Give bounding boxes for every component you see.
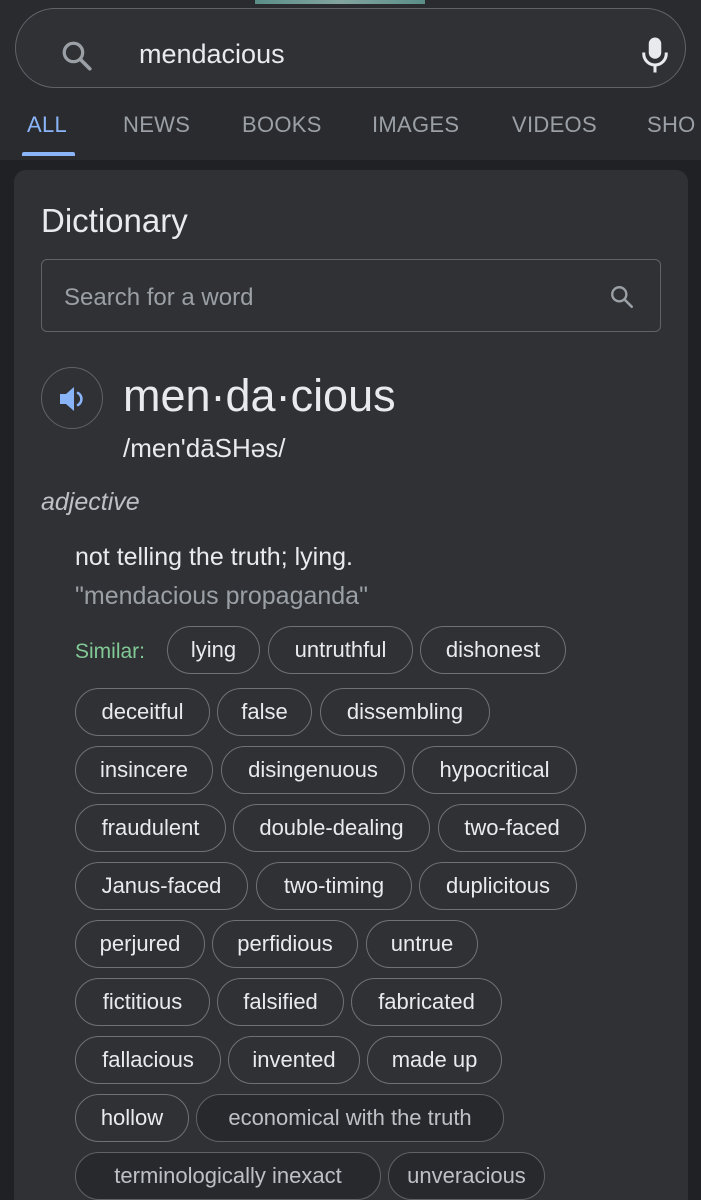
- search-tabs: ALL NEWS BOOKS IMAGES VIDEOS SHO: [0, 96, 701, 158]
- similar-chip[interactable]: dissembling: [320, 688, 490, 736]
- similar-chip[interactable]: fallacious: [75, 1036, 221, 1084]
- search-input[interactable]: mendacious: [139, 39, 285, 70]
- pronunciation-button[interactable]: [41, 367, 103, 429]
- headword: men·da·cious: [123, 370, 396, 421]
- similar-chip[interactable]: invented: [228, 1036, 360, 1084]
- similar-chip[interactable]: hollow: [75, 1094, 189, 1142]
- tab-images[interactable]: IMAGES: [372, 112, 459, 138]
- doodle-strip: [255, 0, 425, 4]
- similar-chip[interactable]: economical with the truth: [196, 1094, 504, 1142]
- mic-icon[interactable]: [640, 35, 670, 75]
- similar-chip[interactable]: falsified: [217, 978, 344, 1026]
- similar-chip[interactable]: fictitious: [75, 978, 210, 1026]
- card-title: Dictionary: [41, 202, 188, 239]
- dictionary-card: Dictionary Search for a word men·da·ciou…: [14, 170, 688, 1200]
- similar-chip[interactable]: fabricated: [351, 978, 502, 1026]
- tab-books[interactable]: BOOKS: [242, 112, 322, 138]
- similar-chip[interactable]: double-dealing: [233, 804, 430, 852]
- similar-chip[interactable]: false: [217, 688, 312, 736]
- similar-chip[interactable]: insincere: [75, 746, 213, 794]
- tab-news[interactable]: NEWS: [123, 112, 190, 138]
- similar-chip[interactable]: two-timing: [256, 862, 412, 910]
- similar-chip[interactable]: untruthful: [268, 626, 413, 674]
- similar-chip[interactable]: hypocritical: [412, 746, 577, 794]
- similar-chip[interactable]: Janus-faced: [75, 862, 248, 910]
- word-search-placeholder[interactable]: Search for a word: [64, 284, 253, 312]
- active-tab-indicator: [22, 152, 75, 156]
- similar-chip[interactable]: disingenuous: [221, 746, 405, 794]
- word-search-field[interactable]: Search for a word: [41, 259, 661, 332]
- similar-chip[interactable]: perfidious: [212, 920, 358, 968]
- search-icon[interactable]: [609, 284, 635, 310]
- similar-label: Similar:: [75, 640, 146, 663]
- similar-chip[interactable]: fraudulent: [75, 804, 226, 852]
- phonetic: /men'dāSHəs/: [123, 433, 286, 463]
- similar-chip[interactable]: made up: [367, 1036, 502, 1084]
- tab-all[interactable]: ALL: [27, 112, 67, 138]
- definition: not telling the truth; lying.: [75, 543, 353, 571]
- similar-chip[interactable]: duplicitous: [419, 862, 577, 910]
- similar-chip[interactable]: untrue: [366, 920, 478, 968]
- similar-chip[interactable]: lying: [167, 626, 260, 674]
- similar-chip[interactable]: deceitful: [75, 688, 210, 736]
- similar-chip[interactable]: two-faced: [438, 804, 586, 852]
- similar-chip[interactable]: unveracious: [388, 1152, 545, 1200]
- similar-chip[interactable]: terminologically inexact: [75, 1152, 381, 1200]
- tab-shopping[interactable]: SHO: [647, 112, 696, 138]
- similar-chip[interactable]: dishonest: [420, 626, 566, 674]
- search-bar[interactable]: mendacious: [15, 8, 686, 88]
- speaker-icon: [60, 387, 83, 411]
- search-icon[interactable]: [60, 39, 94, 73]
- part-of-speech: adjective: [41, 488, 140, 516]
- tab-videos[interactable]: VIDEOS: [512, 112, 597, 138]
- usage-example: "mendacious propaganda": [75, 582, 368, 610]
- similar-chip[interactable]: perjured: [75, 920, 205, 968]
